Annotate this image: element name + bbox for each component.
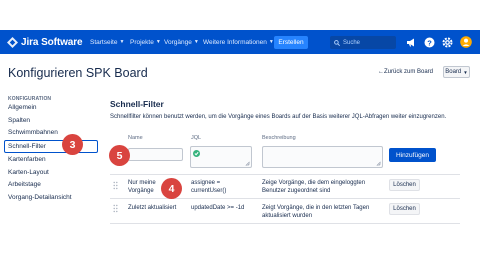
user-avatar-icon[interactable] xyxy=(460,36,472,48)
filter-jql: assignee = currentUser() xyxy=(191,180,226,195)
nav-menu-label: Vorgänge xyxy=(164,38,192,46)
row-divider xyxy=(110,174,460,175)
callout-badge-3: 3 xyxy=(62,134,83,155)
create-button[interactable]: Erstellen xyxy=(274,36,308,49)
jira-logo[interactable]: Jira Software xyxy=(7,35,83,49)
filter-description: Zeigt Vorgänge, die in den letzten Tagen… xyxy=(262,205,369,220)
resize-handle-icon[interactable] xyxy=(376,161,381,166)
filter-jql: updatedDate >= -1d xyxy=(191,205,244,213)
top-navigation-bar: Jira Software Startseite ▼ Projekte ▼ Vorg… xyxy=(0,30,480,54)
row-divider xyxy=(110,198,460,199)
filter-description: Zeige Vorgänge, die dem eingeloggten Ben… xyxy=(262,180,365,195)
sidebar-item-allgemein[interactable]: Allgemein xyxy=(8,103,37,113)
sidebar-item-kartenfarben[interactable]: Kartenfarben xyxy=(8,155,46,165)
sidebar-item-arbeitstage[interactable]: Arbeitstage xyxy=(8,180,41,190)
filter-jql-line: currentUser() xyxy=(191,187,227,194)
sidebar-item-schnell-filter[interactable]: Schnell-Filter xyxy=(4,140,98,153)
resize-handle-icon[interactable] xyxy=(245,161,250,166)
column-header-name: Name xyxy=(128,135,143,141)
nav-menu-projekte[interactable]: Projekte ▼ xyxy=(130,30,161,54)
filter-description-input[interactable] xyxy=(262,146,383,168)
filter-name: Nur meine Vorgänge xyxy=(128,180,156,195)
board-dropdown-button[interactable]: Board ▼ xyxy=(443,66,470,78)
nav-menu-label: Projekte xyxy=(130,38,154,46)
nav-menu-startseite[interactable]: Startseite ▼ xyxy=(90,30,124,54)
sidebar-item-schwimmbahnen[interactable]: Schwimmbahnen xyxy=(8,128,58,138)
nav-menu-label: Startseite xyxy=(90,38,118,46)
filter-description-line: Zeigt Vorgänge, die in den letzten Tagen xyxy=(262,205,370,211)
board-button-label: Board xyxy=(445,69,462,75)
filter-name-line: Zuletzt aktualisiert xyxy=(128,205,177,211)
nav-menu-label: Weitere Informationen xyxy=(203,38,267,46)
filter-description-line: Benutzer zugeordnet sind xyxy=(262,187,331,194)
sidebar-heading: KONFIGURATION xyxy=(8,96,52,102)
delete-filter-button[interactable]: Löschen xyxy=(389,203,420,215)
drag-handle-icon[interactable] xyxy=(113,204,118,213)
search-input[interactable]: Suche xyxy=(330,36,396,49)
logo-text: Jira Software xyxy=(21,36,83,48)
sidebar-item-spalten[interactable]: Spalten xyxy=(8,116,30,126)
back-link-label: Zurück zum Board xyxy=(384,69,434,75)
drag-handle-icon[interactable] xyxy=(113,181,118,190)
page-title: Konfigurieren SPK Board xyxy=(8,66,148,80)
megaphone-icon[interactable] xyxy=(405,36,417,48)
chevron-down-icon: ▼ xyxy=(193,39,199,45)
filter-description-line: aktualisiert wurden xyxy=(262,212,313,219)
settings-icon[interactable] xyxy=(441,36,453,48)
delete-filter-button[interactable]: Löschen xyxy=(389,179,420,191)
section-description: Schnellfilter können benutzt werden, um … xyxy=(110,114,447,120)
chevron-down-icon: ▼ xyxy=(463,69,468,75)
callout-badge-4: 4 xyxy=(161,178,182,199)
chevron-down-icon: ▼ xyxy=(155,39,161,45)
search-icon xyxy=(334,39,340,46)
filter-jql-input[interactable] xyxy=(190,146,252,168)
column-header-jql: JQL xyxy=(191,135,202,141)
filter-name-input[interactable] xyxy=(128,148,183,161)
section-title: Schnell-Filter xyxy=(110,99,164,109)
help-icon[interactable]: ? xyxy=(423,36,435,48)
nav-menu-weitere-informationen[interactable]: Weitere Informationen ▼ xyxy=(203,30,274,54)
add-filter-button[interactable]: Hinzufügen xyxy=(389,148,436,162)
nav-menu-vorgaenge[interactable]: Vorgänge ▼ xyxy=(164,30,199,54)
chevron-down-icon: ▼ xyxy=(119,39,125,45)
filter-jql-line: assignee = xyxy=(191,180,221,186)
filter-name-line: Vorgänge xyxy=(128,187,154,194)
back-to-board-link[interactable]: ←Zurück zum Board xyxy=(378,69,433,75)
svg-text:?: ? xyxy=(427,38,432,47)
sidebar-item-vorgang-detailansicht[interactable]: Vorgang-Detailansicht xyxy=(8,193,72,203)
callout-badge-5: 5 xyxy=(109,145,130,166)
filter-name-line: Nur meine xyxy=(128,180,156,186)
filter-jql-line: updatedDate >= -1d xyxy=(191,205,245,211)
filter-description-line: Zeige Vorgänge, die dem eingeloggten xyxy=(262,180,366,186)
row-divider xyxy=(110,223,460,224)
column-header-description: Beschreibung xyxy=(262,135,296,141)
search-placeholder: Suche xyxy=(343,39,361,46)
filter-name: Zuletzt aktualisiert xyxy=(128,205,176,213)
jira-logo-icon xyxy=(7,36,18,48)
valid-check-icon xyxy=(193,150,200,157)
sidebar-item-karten-layout[interactable]: Karten-Layout xyxy=(8,168,49,178)
